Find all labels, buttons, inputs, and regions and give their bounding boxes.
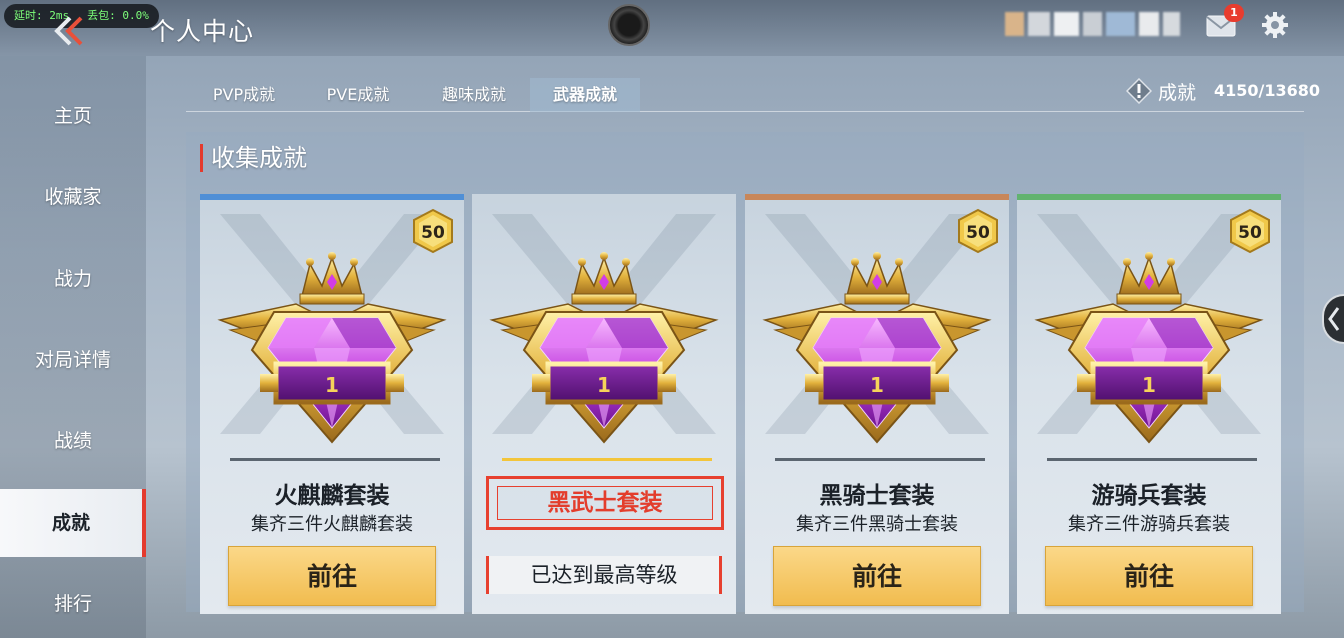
card-accent-bar bbox=[745, 194, 1009, 200]
selected-name-frame: 黑武士套装 bbox=[486, 476, 724, 530]
emblem-number: 1 bbox=[325, 373, 339, 397]
sidebar-item-label: 主页 bbox=[53, 105, 92, 127]
achievement-card-selected[interactable]: 1 黑武士套装 已达到最高等级 bbox=[472, 194, 736, 614]
sidebar-item-label: 对局详情 bbox=[34, 349, 111, 371]
tab-pvp[interactable]: PVP成就 bbox=[196, 78, 292, 112]
level-badge: 50 bbox=[1230, 208, 1270, 254]
sidebar-item-power[interactable]: 战力 bbox=[0, 245, 146, 313]
crown-diamond-emblem: 1 bbox=[488, 252, 720, 452]
level-badge-number: 50 bbox=[1238, 223, 1262, 243]
sidebar-item-collector[interactable]: 收藏家 bbox=[0, 163, 146, 231]
sidebar: 主页 收藏家 战力 对局详情 战绩 成就 排行 bbox=[0, 56, 146, 638]
tab-pve[interactable]: PVE成就 bbox=[308, 78, 408, 112]
card-description: 集齐三件游骑兵套装 bbox=[1068, 514, 1230, 535]
sidebar-item-match-details[interactable]: 对局详情 bbox=[0, 326, 146, 394]
achievement-card: 50 1 火麒麟套装 集齐三件火麒麟套装 前往 bbox=[200, 194, 464, 614]
go-button[interactable]: 前往 bbox=[228, 546, 436, 606]
go-button[interactable]: 前往 bbox=[773, 546, 981, 606]
crown-diamond-emblem: 1 bbox=[1033, 252, 1265, 452]
card-name: 火麒麟套装 bbox=[274, 483, 390, 509]
section-title: 收集成就 bbox=[200, 144, 307, 172]
sidebar-item-home[interactable]: 主页 bbox=[0, 82, 146, 150]
emblem-number: 1 bbox=[1142, 373, 1156, 397]
double-chevron-left-icon bbox=[54, 16, 83, 46]
card-accent-bar bbox=[472, 194, 736, 200]
sidebar-item-label: 战力 bbox=[53, 268, 92, 290]
card-name: 游骑兵套装 bbox=[1091, 483, 1207, 509]
level-badge-number: 50 bbox=[966, 223, 990, 243]
settings-button[interactable] bbox=[1260, 10, 1290, 40]
sidebar-item-label: 战绩 bbox=[53, 430, 92, 452]
level-badge: 50 bbox=[958, 208, 998, 254]
tab-fun[interactable]: 趣味成就 bbox=[424, 78, 524, 112]
tab-label: 武器成就 bbox=[552, 85, 617, 104]
card-accent-bar bbox=[200, 194, 464, 200]
tab-weapon[interactable]: 武器成就 bbox=[530, 78, 640, 112]
sidebar-item-label: 排行 bbox=[53, 593, 92, 615]
side-drawer-handle[interactable] bbox=[1322, 294, 1344, 344]
packet-loss-text: 丢包: 0.0% bbox=[87, 9, 149, 22]
card-divider bbox=[775, 458, 985, 461]
user-info-blurred bbox=[1005, 12, 1180, 36]
crown-diamond-emblem: 1 bbox=[216, 252, 448, 452]
sidebar-item-ranking[interactable]: 排行 bbox=[0, 570, 146, 638]
achievement-card: 50 1 黑骑士套装 集齐三件黑骑士套装 前往 bbox=[745, 194, 1009, 614]
card-accent-bar bbox=[1017, 194, 1281, 200]
emblem-number: 1 bbox=[597, 373, 611, 397]
card-description: 集齐三件火麒麟套装 bbox=[251, 514, 413, 535]
sidebar-item-achievements[interactable]: 成就 bbox=[0, 489, 146, 557]
level-badge: 50 bbox=[413, 208, 453, 254]
sidebar-item-record[interactable]: 战绩 bbox=[0, 407, 146, 475]
camera-cutout bbox=[608, 4, 650, 46]
achievement-card: 50 1 游骑兵套装 集齐三件游骑兵套装 前往 bbox=[1017, 194, 1281, 614]
mail-count-badge: 1 bbox=[1224, 4, 1244, 22]
achievement-label: 成就 bbox=[1158, 82, 1197, 104]
emblem-number: 1 bbox=[870, 373, 884, 397]
card-divider bbox=[230, 458, 440, 461]
tab-label: PVP成就 bbox=[212, 85, 276, 104]
chevron-left-icon bbox=[1328, 307, 1340, 331]
card-divider bbox=[1047, 458, 1257, 461]
tab-label: PVE成就 bbox=[326, 85, 390, 104]
back-button[interactable] bbox=[48, 14, 88, 48]
level-badge-number: 50 bbox=[421, 223, 445, 243]
go-button[interactable]: 前往 bbox=[1045, 546, 1253, 606]
gear-icon bbox=[1262, 12, 1288, 38]
sidebar-item-label: 成就 bbox=[51, 512, 90, 534]
sidebar-item-label: 收藏家 bbox=[44, 186, 102, 208]
card-divider-highlight bbox=[502, 458, 712, 461]
tab-label: 趣味成就 bbox=[441, 85, 506, 104]
achievement-score: 4150/13680 bbox=[1214, 81, 1321, 100]
max-level-status: 已达到最高等级 bbox=[486, 556, 722, 594]
crown-diamond-emblem: 1 bbox=[761, 252, 993, 452]
card-name: 黑骑士套装 bbox=[819, 483, 935, 509]
achievement-info-icon[interactable] bbox=[1126, 78, 1152, 104]
card-name: 黑武士套装 bbox=[547, 490, 663, 516]
page-title: 个人中心 bbox=[150, 17, 255, 46]
card-description: 集齐三件黑骑士套装 bbox=[796, 514, 958, 535]
